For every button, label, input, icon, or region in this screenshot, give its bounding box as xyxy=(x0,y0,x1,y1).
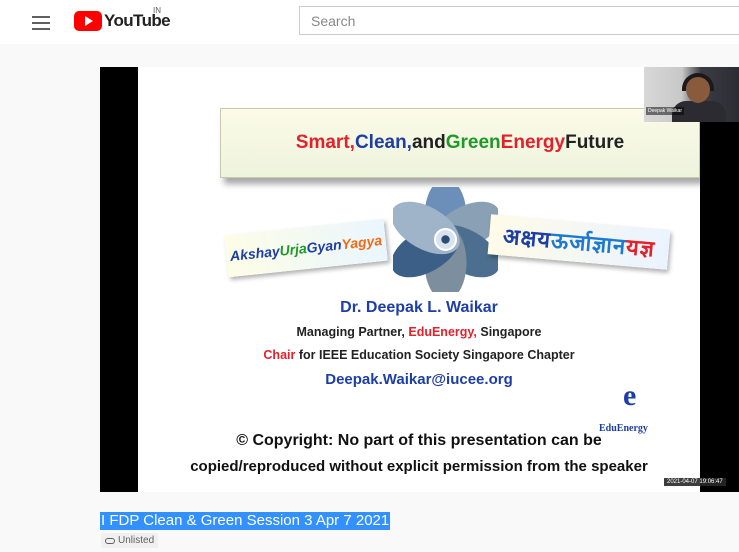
masthead: YouTube IN xyxy=(0,0,739,44)
presenter-role: Managing Partner, EduEnergy, Singapore xyxy=(138,325,700,339)
banner-part: अक्षय xyxy=(501,223,553,253)
presenter-chair: Chair for IEEE Education Society Singapo… xyxy=(138,348,700,362)
video-title: I FDP Clean & Green Session 3 Apr 7 2021 xyxy=(100,512,391,530)
banner-part: यज्ञ xyxy=(625,234,657,262)
banner-akshay: Akshay Urja Gyan Yagya xyxy=(224,218,388,278)
search-box[interactable] xyxy=(299,6,739,35)
energy-flower-graphic xyxy=(393,187,498,292)
link-icon xyxy=(105,537,115,544)
copyright-line-2: copied/reproduced without explicit permi… xyxy=(190,458,648,475)
banner-part: Urja xyxy=(278,239,308,259)
banner-hindi: अक्षय ऊर्जा ज्ञान यज्ञ xyxy=(487,214,671,270)
search-input[interactable] xyxy=(300,7,739,34)
banner-part: ऊर्जा xyxy=(550,227,594,257)
youtube-play-icon xyxy=(74,11,102,31)
slide-title-part: and xyxy=(411,132,446,153)
webcam-name: Deepak Waikar xyxy=(646,107,684,115)
slide-title-part: Clean, xyxy=(354,132,412,153)
slide-title: Smart, Clean, and Green Energy Future xyxy=(220,108,700,178)
recording-timestamp: 2021-04-07 19:06:47 xyxy=(664,478,726,486)
chair-prefix: Chair xyxy=(263,348,296,362)
role-org: EduEnergy, xyxy=(408,325,477,339)
slide-title-part: Future xyxy=(565,132,625,153)
presenter-name: Dr. Deepak L. Waikar xyxy=(340,299,498,316)
banner-part: Gyan xyxy=(305,236,343,256)
chair-suffix: for IEEE Education Society Singapore Cha… xyxy=(295,348,575,362)
logo-region: IN xyxy=(153,6,161,15)
youtube-logo[interactable]: YouTube IN xyxy=(74,6,171,33)
unlisted-badge: Unlisted xyxy=(101,533,159,548)
slide-title-part: Smart, xyxy=(295,132,355,153)
slide-title-part: Green xyxy=(445,132,501,153)
video-title-text: I FDP Clean & Green Session 3 Apr 7 2021 xyxy=(101,512,390,529)
video-player[interactable]: Smart, Clean, and Green Energy Future Ak… xyxy=(100,67,739,492)
webcam-thumbnail: Deepak Waikar xyxy=(644,67,739,122)
banner-part: ज्ञान xyxy=(591,231,628,260)
presentation-slide: Smart, Clean, and Green Energy Future Ak… xyxy=(138,67,700,492)
eduenergy-logo-icon: e xyxy=(623,379,637,412)
visibility-label: Unlisted xyxy=(118,535,155,546)
copyright-line-1: © Copyright: No part of this presentatio… xyxy=(236,432,602,449)
role-prefix: Managing Partner, xyxy=(296,325,409,339)
presenter-email: Deepak.Waikar@iucee.org xyxy=(325,371,513,388)
banner-part: Yagya xyxy=(340,232,383,253)
hamburger-menu-icon[interactable] xyxy=(28,12,54,34)
slide-title-part: Energy xyxy=(500,132,566,153)
banner-part: Akshay xyxy=(229,242,281,264)
role-suffix: Singapore xyxy=(476,325,542,339)
